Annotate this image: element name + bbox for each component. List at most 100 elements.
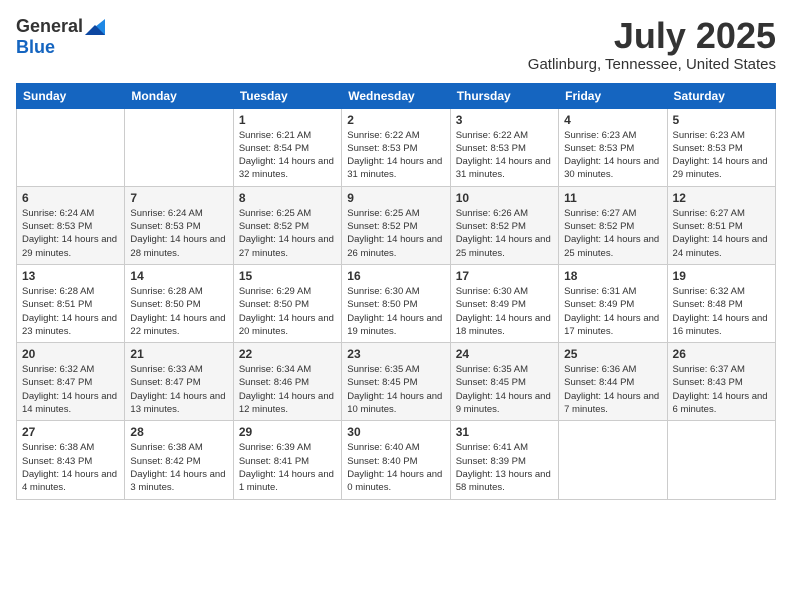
calendar-cell: 9Sunrise: 6:25 AM Sunset: 8:52 PM Daylig…	[342, 186, 450, 264]
day-number: 23	[347, 347, 444, 361]
day-info: Sunrise: 6:35 AM Sunset: 8:45 PM Dayligh…	[456, 363, 553, 416]
day-info: Sunrise: 6:31 AM Sunset: 8:49 PM Dayligh…	[564, 285, 661, 338]
day-number: 12	[673, 191, 770, 205]
calendar-cell: 20Sunrise: 6:32 AM Sunset: 8:47 PM Dayli…	[17, 343, 125, 421]
day-info: Sunrise: 6:23 AM Sunset: 8:53 PM Dayligh…	[673, 129, 770, 182]
day-number: 20	[22, 347, 119, 361]
calendar-cell	[559, 421, 667, 499]
day-number: 8	[239, 191, 336, 205]
title-area: July 2025 Gatlinburg, Tennessee, United …	[528, 16, 776, 73]
calendar-cell: 18 Sunrise: 6:31 AM Sunset: 8:49 PM Dayli…	[559, 264, 667, 342]
day-number: 29	[239, 425, 336, 439]
day-header-monday: Monday	[125, 83, 233, 108]
calendar-cell: 16 Sunrise: 6:30 AM Sunset: 8:50 PM Dayli…	[342, 264, 450, 342]
calendar-cell: 3Sunrise: 6:22 AM Sunset: 8:53 PM Daylig…	[450, 108, 558, 186]
day-number: 14	[130, 269, 227, 283]
calendar-cell: 21Sunrise: 6:33 AM Sunset: 8:47 PM Dayli…	[125, 343, 233, 421]
day-number: 26	[673, 347, 770, 361]
day-header-friday: Friday	[559, 83, 667, 108]
day-info: Sunrise: 6:23 AM Sunset: 8:53 PM Dayligh…	[564, 129, 661, 182]
calendar-cell: 30 Sunrise: 6:40 AM Sunset: 8:40 PM Dayli…	[342, 421, 450, 499]
calendar-cell: 26 Sunrise: 6:37 AM Sunset: 8:43 PM Dayli…	[667, 343, 775, 421]
day-number: 16	[347, 269, 444, 283]
day-number: 3	[456, 113, 553, 127]
calendar-cell: 14Sunrise: 6:28 AM Sunset: 8:50 PM Dayli…	[125, 264, 233, 342]
calendar-cell: 23 Sunrise: 6:35 AM Sunset: 8:45 PM Dayli…	[342, 343, 450, 421]
day-info: Sunrise: 6:39 AM Sunset: 8:41 PM Dayligh…	[239, 441, 336, 494]
calendar-week-row: 27 Sunrise: 6:38 AM Sunset: 8:43 PM Dayli…	[17, 421, 776, 499]
day-number: 17	[456, 269, 553, 283]
day-info: Sunrise: 6:25 AM Sunset: 8:52 PM Dayligh…	[239, 207, 336, 260]
day-number: 22	[239, 347, 336, 361]
day-info: Sunrise: 6:40 AM Sunset: 8:40 PM Dayligh…	[347, 441, 444, 494]
day-header-sunday: Sunday	[17, 83, 125, 108]
day-number: 5	[673, 113, 770, 127]
calendar-table: SundayMondayTuesdayWednesdayThursdayFrid…	[16, 83, 776, 500]
calendar-cell: 2 Sunrise: 6:22 AM Sunset: 8:53 PM Daylig…	[342, 108, 450, 186]
logo-blue-label: Blue	[16, 37, 55, 58]
day-info: Sunrise: 6:26 AM Sunset: 8:52 PM Dayligh…	[456, 207, 553, 260]
day-info: Sunrise: 6:28 AM Sunset: 8:51 PM Dayligh…	[22, 285, 119, 338]
day-info: Sunrise: 6:21 AM Sunset: 8:54 PM Dayligh…	[239, 129, 336, 182]
calendar-cell: 25Sunrise: 6:36 AM Sunset: 8:44 PM Dayli…	[559, 343, 667, 421]
calendar-cell: 7 Sunrise: 6:24 AM Sunset: 8:53 PM Daylig…	[125, 186, 233, 264]
logo-name: General	[16, 16, 105, 37]
calendar-cell	[667, 421, 775, 499]
calendar-cell: 29 Sunrise: 6:39 AM Sunset: 8:41 PM Dayli…	[233, 421, 341, 499]
calendar-cell: 11Sunrise: 6:27 AM Sunset: 8:52 PM Dayli…	[559, 186, 667, 264]
calendar-cell: 27 Sunrise: 6:38 AM Sunset: 8:43 PM Dayli…	[17, 421, 125, 499]
day-info: Sunrise: 6:24 AM Sunset: 8:53 PM Dayligh…	[130, 207, 227, 260]
day-number: 30	[347, 425, 444, 439]
calendar-week-row: 20Sunrise: 6:32 AM Sunset: 8:47 PM Dayli…	[17, 343, 776, 421]
month-title: July 2025	[528, 16, 776, 56]
day-number: 25	[564, 347, 661, 361]
calendar-cell: 28 Sunrise: 6:38 AM Sunset: 8:42 PM Dayli…	[125, 421, 233, 499]
day-info: Sunrise: 6:29 AM Sunset: 8:50 PM Dayligh…	[239, 285, 336, 338]
logo-general-text: General	[16, 16, 83, 37]
day-info: Sunrise: 6:27 AM Sunset: 8:51 PM Dayligh…	[673, 207, 770, 260]
calendar-cell: 13 Sunrise: 6:28 AM Sunset: 8:51 PM Dayli…	[17, 264, 125, 342]
page-header: General Blue July 2025 Gatlinburg, Tenne…	[16, 16, 776, 73]
day-number: 28	[130, 425, 227, 439]
day-info: Sunrise: 6:38 AM Sunset: 8:43 PM Dayligh…	[22, 441, 119, 494]
day-info: Sunrise: 6:35 AM Sunset: 8:45 PM Dayligh…	[347, 363, 444, 416]
day-number: 2	[347, 113, 444, 127]
day-info: Sunrise: 6:33 AM Sunset: 8:47 PM Dayligh…	[130, 363, 227, 416]
calendar-cell: 19 Sunrise: 6:32 AM Sunset: 8:48 PM Dayli…	[667, 264, 775, 342]
day-info: Sunrise: 6:37 AM Sunset: 8:43 PM Dayligh…	[673, 363, 770, 416]
calendar-week-row: 6 Sunrise: 6:24 AM Sunset: 8:53 PM Daylig…	[17, 186, 776, 264]
day-header-tuesday: Tuesday	[233, 83, 341, 108]
calendar-cell: 1 Sunrise: 6:21 AM Sunset: 8:54 PM Daylig…	[233, 108, 341, 186]
day-info: Sunrise: 6:27 AM Sunset: 8:52 PM Dayligh…	[564, 207, 661, 260]
calendar-cell: 12 Sunrise: 6:27 AM Sunset: 8:51 PM Dayli…	[667, 186, 775, 264]
day-number: 27	[22, 425, 119, 439]
day-number: 18	[564, 269, 661, 283]
calendar-cell: 10 Sunrise: 6:26 AM Sunset: 8:52 PM Dayli…	[450, 186, 558, 264]
calendar-cell: 17Sunrise: 6:30 AM Sunset: 8:49 PM Dayli…	[450, 264, 558, 342]
day-number: 7	[130, 191, 227, 205]
day-number: 9	[347, 191, 444, 205]
day-number: 1	[239, 113, 336, 127]
calendar-cell: 4 Sunrise: 6:23 AM Sunset: 8:53 PM Daylig…	[559, 108, 667, 186]
day-number: 10	[456, 191, 553, 205]
day-info: Sunrise: 6:38 AM Sunset: 8:42 PM Dayligh…	[130, 441, 227, 494]
day-number: 19	[673, 269, 770, 283]
day-number: 13	[22, 269, 119, 283]
day-number: 4	[564, 113, 661, 127]
calendar-cell	[125, 108, 233, 186]
calendar-cell: 31Sunrise: 6:41 AM Sunset: 8:39 PM Dayli…	[450, 421, 558, 499]
day-info: Sunrise: 6:32 AM Sunset: 8:48 PM Dayligh…	[673, 285, 770, 338]
day-info: Sunrise: 6:30 AM Sunset: 8:50 PM Dayligh…	[347, 285, 444, 338]
day-number: 15	[239, 269, 336, 283]
day-header-saturday: Saturday	[667, 83, 775, 108]
calendar-cell: 6Sunrise: 6:24 AM Sunset: 8:53 PM Daylig…	[17, 186, 125, 264]
calendar-cell: 5 Sunrise: 6:23 AM Sunset: 8:53 PM Daylig…	[667, 108, 775, 186]
day-header-wednesday: Wednesday	[342, 83, 450, 108]
day-info: Sunrise: 6:22 AM Sunset: 8:53 PM Dayligh…	[347, 129, 444, 182]
day-number: 31	[456, 425, 553, 439]
calendar-cell: 22Sunrise: 6:34 AM Sunset: 8:46 PM Dayli…	[233, 343, 341, 421]
location-title: Gatlinburg, Tennessee, United States	[528, 56, 776, 73]
day-header-thursday: Thursday	[450, 83, 558, 108]
day-number: 6	[22, 191, 119, 205]
calendar-week-row: 1 Sunrise: 6:21 AM Sunset: 8:54 PM Daylig…	[17, 108, 776, 186]
